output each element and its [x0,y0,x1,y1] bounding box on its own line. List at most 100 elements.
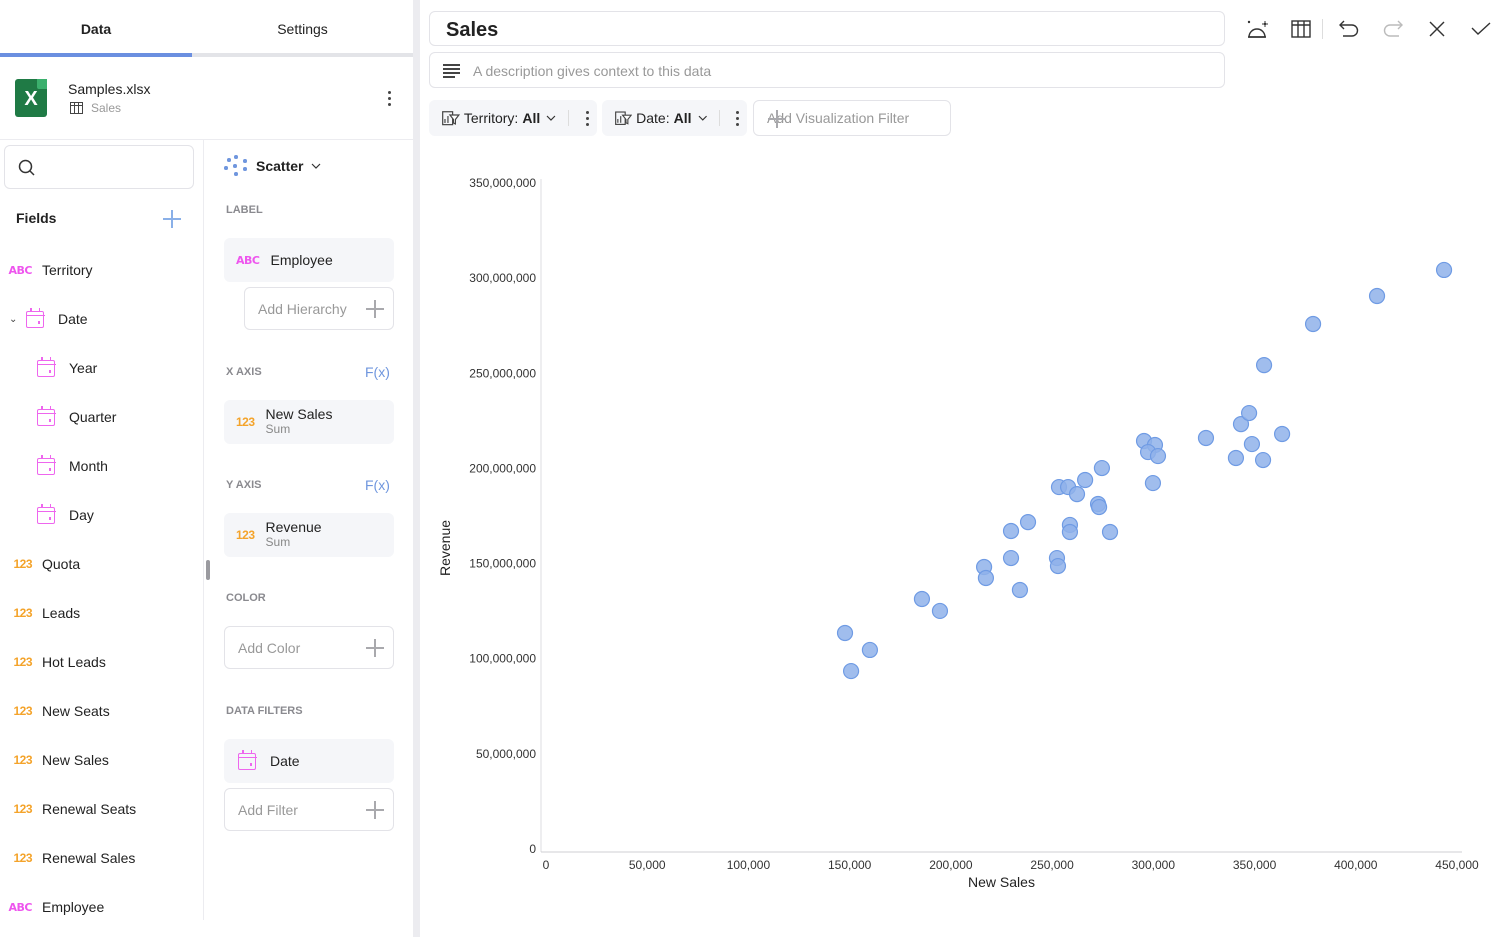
x-tick-label: 300,000 [1132,858,1176,872]
viz-type-selector[interactable]: Scatter [224,155,321,177]
title-input[interactable]: Sales [429,11,1225,46]
redo-button[interactable] [1379,15,1407,43]
x-tick-label: 400,000 [1334,858,1378,872]
x-axis-title: New Sales [968,874,1035,890]
field-item[interactable]: Year [0,353,200,383]
field-item[interactable]: 123 Renewal Seats [0,794,200,824]
theme-button[interactable] [1243,15,1271,43]
data-panel: Data Settings X Samples.xlsx Sales Field… [0,0,413,937]
x-axis-field-pill[interactable]: 123 New Sales Sum [224,400,394,444]
plus-icon [365,638,385,658]
close-button[interactable] [1423,15,1451,43]
x-axis-section-title: X AXIS [226,366,262,378]
check-icon [1471,22,1491,35]
territory-filter-more-button[interactable] [577,106,597,130]
calendar-icon [36,356,56,377]
calendar-icon [25,307,45,328]
chevron-down-icon[interactable]: ⌄ [9,314,21,325]
field-item[interactable]: 123 Renewal Sales [0,843,200,873]
chevron-down-icon [698,115,707,121]
field-label: Leads [42,605,81,621]
scatter-point [842,662,860,680]
undo-button[interactable] [1335,15,1363,43]
add-color-button[interactable]: Add Color [224,626,394,669]
add-visualization-filter-label: Add Visualization Filter [767,110,910,126]
plus-icon [365,800,385,820]
field-item[interactable]: ABC Employee [0,892,200,922]
tab-settings[interactable]: Settings [192,0,413,58]
add-filter-button[interactable]: Add Filter [224,788,394,831]
table-view-button[interactable] [1287,15,1315,43]
scatter-point [1061,523,1079,541]
scatter-point [931,602,949,620]
fields-title: Fields [16,210,57,226]
filter-value: All [673,110,692,126]
scatter-point [1068,486,1086,503]
scatter-point [1144,474,1162,492]
territory-filter-chip[interactable]: Territory: All [429,100,597,136]
filter-label: Date: [636,110,670,126]
description-placeholder: A description gives context to this data [473,63,712,79]
field-item[interactable]: 123 Hot Leads [0,647,200,677]
y-axis-fx-button[interactable]: F(x) [365,477,390,493]
scatter-point [1435,261,1453,279]
description-icon [443,64,460,78]
date-filter-chip[interactable]: Date: All [602,100,747,136]
field-item[interactable]: Day [0,500,200,530]
x-tick-label: 250,000 [1030,858,1074,872]
x-tick-label: 0 [543,858,550,872]
field-label: New Seats [42,703,110,719]
app-root: Data Settings X Samples.xlsx Sales Field… [0,0,1504,937]
source-sheet: Sales [70,101,121,115]
chevron-down-icon [546,115,556,121]
redo-icon [1383,20,1403,37]
field-item[interactable]: 123 New Sales [0,745,200,775]
y-axis-field-pill[interactable]: 123 Revenue Sum [224,513,394,557]
field-label: Territory [42,262,93,278]
field-item[interactable]: 123 Quota [0,549,200,579]
add-hierarchy-button[interactable]: Add Hierarchy [244,287,394,330]
y-axis-aggregation: Sum [265,535,291,549]
scatter-point [913,590,931,608]
date-filter-more-button[interactable] [728,106,747,130]
x-axis-aggregation: Sum [265,422,291,436]
date-filter-pill[interactable]: Date [224,739,394,783]
x-tick-label: 50,000 [629,858,666,872]
x-axis-fx-button[interactable]: F(x) [365,364,390,380]
scatter-point [1149,447,1167,465]
source-more-button[interactable] [379,86,399,110]
field-label: Quarter [69,409,117,425]
chart-filter-icon [442,110,460,125]
y-axis-title: Revenue [437,520,453,576]
y-tick-label: 200,000,000 [469,461,536,475]
field-item[interactable]: ⌄ Date [0,304,200,334]
description-input[interactable]: A description gives context to this data [429,52,1225,88]
field-search-input[interactable] [4,145,194,189]
chevron-down-icon [312,163,321,169]
add-hierarchy-label: Add Hierarchy [258,300,347,317]
tab-data[interactable]: Data [0,0,192,58]
field-item[interactable]: 123 New Seats [0,696,200,726]
number-type-icon: 123 [236,528,255,542]
add-visualization-filter-button[interactable]: Add Visualization Filter [753,100,951,136]
label-section-title: LABEL [226,204,263,216]
toolbar-divider [1322,19,1323,39]
field-item[interactable]: Month [0,451,200,481]
filter-value: All [522,110,541,126]
field-item[interactable]: Quarter [0,402,200,432]
y-tick-label: 0 [529,842,536,856]
label-field-pill[interactable]: ABC Employee [224,238,394,282]
confirm-button[interactable] [1467,15,1495,43]
calendar-icon [36,405,56,426]
y-tick-label: 250,000,000 [469,366,536,380]
scatter-point [1077,471,1094,489]
field-label: Month [69,458,108,474]
add-field-button[interactable] [162,209,182,229]
scatter-point [1243,435,1261,453]
field-item[interactable]: 123 Leads [0,598,200,628]
y-axis-section-title: Y AXIS [226,479,262,491]
field-item[interactable]: ABC Territory [0,255,200,285]
y-axis-field-name: Revenue [265,519,322,535]
panel-resize-handle[interactable] [413,0,420,937]
add-color-label: Add Color [238,639,301,656]
